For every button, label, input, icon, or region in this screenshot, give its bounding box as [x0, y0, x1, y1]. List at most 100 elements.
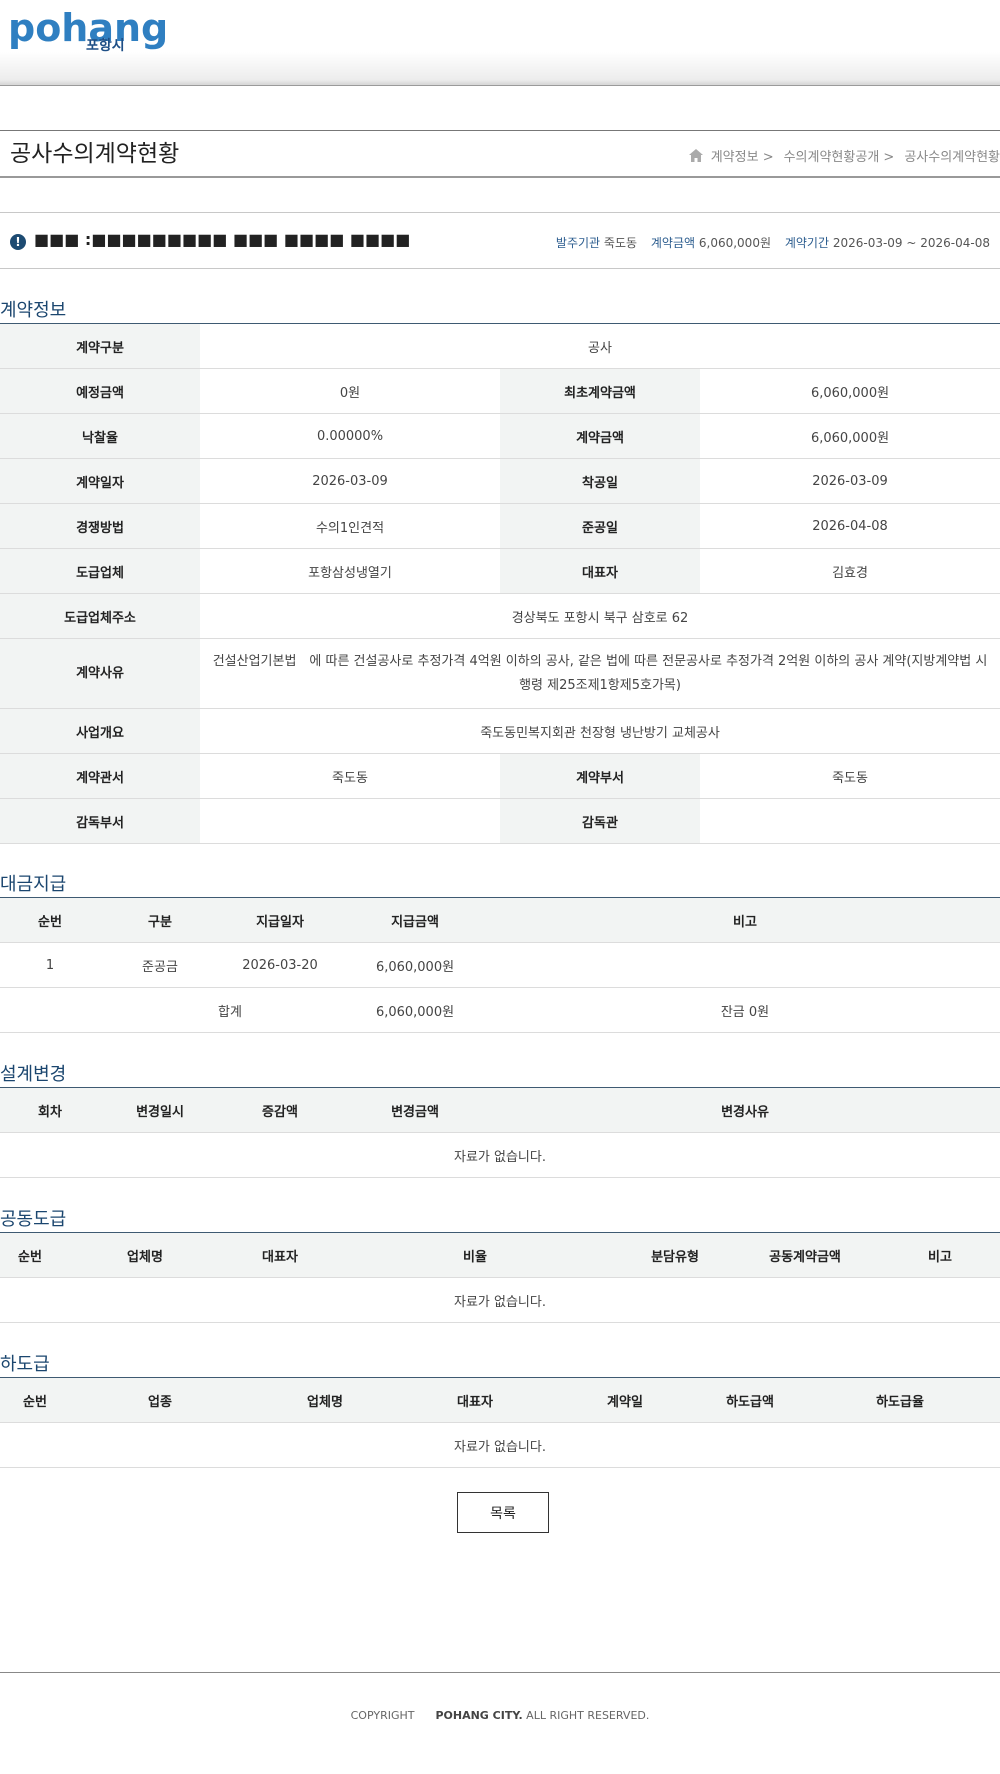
- joint-contract-table: 순번 업체명 대표자 비율 분담유형 공동계약금액 비고 자료가 없습니다.: [0, 1232, 1000, 1323]
- joint-header-company: 업체명: [60, 1232, 230, 1278]
- type-value: 공사: [200, 323, 1000, 369]
- first-amount-label: 최초계약금액: [500, 368, 700, 414]
- method-value: 수의1인견적: [200, 503, 500, 549]
- design-change-table: 회차 변경일시 증감액 변경금액 변경사유 자료가 없습니다.: [0, 1087, 1000, 1178]
- section-title-subcontract: 하도급: [0, 1354, 50, 1375]
- contract-summary-bar: ! ■■■ :■■■■■■■■■ ■■■ ■■■■ ■■■■ 발주기관 죽도동 …: [0, 212, 1000, 269]
- contract-amount-label: 계약금액: [500, 413, 700, 459]
- payment-date: 2026-03-20: [220, 942, 340, 988]
- supervise-dept-label: 감독부서: [0, 798, 200, 844]
- end-date-label: 준공일: [500, 503, 700, 549]
- company-value: 포항삼성냉열기: [200, 548, 500, 594]
- reason-value: 건설산업기본법 에 따른 건설공사로 추정가격 4억원 이하의 공사, 같은 법…: [200, 638, 1000, 709]
- empty-message: 자료가 없습니다.: [0, 1132, 1000, 1178]
- design-header-delta: 증감액: [220, 1087, 340, 1133]
- period-value: 2026-03-09 ~ 2026-04-08: [832, 236, 990, 250]
- breadcrumb-item-contract-info[interactable]: 계약정보 >: [711, 146, 774, 165]
- copyright-text: COPYRIGHT POHANG CITY. ALL RIGHT RESERVE…: [0, 1709, 1000, 1722]
- dept-value: 죽도동: [700, 753, 1000, 799]
- estimated-amount-label: 예정금액: [0, 368, 200, 414]
- joint-header-share-type: 분담유형: [620, 1232, 730, 1278]
- office-value: 죽도동: [200, 753, 500, 799]
- section-title-contract: 계약정보: [0, 300, 67, 321]
- sub-header-company: 업체명: [250, 1377, 400, 1423]
- contract-date-value: 2026-03-09: [200, 458, 500, 504]
- payment-balance: 잔금 0원: [490, 987, 1000, 1033]
- sub-header-industry: 업종: [70, 1377, 250, 1423]
- payment-header-date: 지급일자: [220, 897, 340, 943]
- dept-label: 계약부서: [500, 753, 700, 799]
- summary-value: 죽도동민복지회관 천장형 냉난방기 교체공사: [200, 708, 1000, 754]
- logo-subtext: 포항시: [86, 38, 125, 54]
- ceo-label: 대표자: [500, 548, 700, 594]
- payment-note: [490, 942, 1000, 988]
- design-header-reason: 변경사유: [490, 1087, 1000, 1133]
- empty-message: 자료가 없습니다.: [0, 1422, 1000, 1468]
- reason-label: 계약사유: [0, 638, 200, 709]
- table-row-total: 합계 6,060,000원 잔금 0원: [0, 987, 1000, 1033]
- design-header-amount: 변경금액: [340, 1087, 490, 1133]
- payment-type: 준공금: [100, 942, 220, 988]
- first-amount-value: 6,060,000원: [700, 368, 1000, 414]
- sub-header-ceo: 대표자: [400, 1377, 550, 1423]
- section-title-payment: 대금지급: [0, 874, 67, 895]
- bid-rate-value: 0.00000%: [200, 413, 500, 459]
- supervisor-value: [700, 798, 1000, 844]
- joint-header-ratio: 비율: [330, 1232, 620, 1278]
- breadcrumb-item-current[interactable]: 공사수의계약현황: [904, 146, 1000, 165]
- design-header-round: 회차: [0, 1087, 100, 1133]
- joint-header-amount: 공동계약금액: [730, 1232, 880, 1278]
- supervise-dept-value: [200, 798, 500, 844]
- sub-header-date: 계약일: [550, 1377, 700, 1423]
- office-label: 계약관서: [0, 753, 200, 799]
- design-header-date: 변경일시: [100, 1087, 220, 1133]
- table-row: 1 준공금 2026-03-20 6,060,000원: [0, 942, 1000, 988]
- pohang-logo[interactable]: pohang 포항시: [8, 6, 168, 58]
- site-header: pohang 포항시: [0, 0, 1000, 86]
- breadcrumb: 계약정보 > 수의계약현황공개 > 공사수의계약현황: [688, 146, 1000, 165]
- payment-total-amount: 6,060,000원: [340, 987, 490, 1033]
- site-footer: COPYRIGHT POHANG CITY. ALL RIGHT RESERVE…: [0, 1672, 1000, 1774]
- page-title: 공사수의계약현황: [10, 141, 180, 167]
- amount-value: 6,060,000원: [698, 236, 771, 250]
- start-date-label: 착공일: [500, 458, 700, 504]
- empty-message: 자료가 없습니다.: [0, 1277, 1000, 1323]
- end-date-value: 2026-04-08: [700, 503, 1000, 549]
- ceo-value: 김효경: [700, 548, 1000, 594]
- title-bar: 공사수의계약현황 계약정보 > 수의계약현황공개 > 공사수의계약현황: [0, 130, 1000, 178]
- section-title-design-change: 설계변경: [0, 1064, 67, 1085]
- bid-rate-label: 낙찰율: [0, 413, 200, 459]
- payment-amount: 6,060,000원: [340, 942, 490, 988]
- list-button[interactable]: 목록: [457, 1492, 549, 1533]
- method-label: 경쟁방법: [0, 503, 200, 549]
- payment-header-note: 비고: [490, 897, 1000, 943]
- period-label: 계약기간: [784, 236, 829, 250]
- amount-label: 계약금액: [650, 236, 696, 250]
- supervisor-label: 감독관: [500, 798, 700, 844]
- copyright-label: COPYRIGHT: [350, 1709, 415, 1722]
- contract-subject: ■■■ :■■■■■■■■■ ■■■ ■■■■ ■■■■: [34, 230, 411, 249]
- type-label: 계약구분: [0, 323, 200, 369]
- payment-total-label: 합계: [0, 987, 340, 1033]
- joint-header-ceo: 대표자: [230, 1232, 330, 1278]
- section-title-joint: 공동도급: [0, 1209, 67, 1230]
- copyright-rights: ALL RIGHT RESERVED.: [526, 1709, 650, 1722]
- contract-meta: 발주기관 죽도동 계약금액 6,060,000원 계약기간 2026-03-09…: [546, 234, 990, 251]
- payment-header-no: 순번: [0, 897, 100, 943]
- estimated-amount-value: 0원: [200, 368, 500, 414]
- copyright-owner: POHANG CITY.: [435, 1709, 523, 1722]
- address-label: 도급업체주소: [0, 593, 200, 639]
- orderer-value: 죽도동: [603, 236, 638, 250]
- summary-label: 사업개요: [0, 708, 200, 754]
- sub-header-rate: 하도급율: [800, 1377, 1000, 1423]
- sub-header-no: 순번: [0, 1377, 70, 1423]
- exclamation-icon: !: [10, 234, 26, 250]
- payment-header-type: 구분: [100, 897, 220, 943]
- contract-amount-value: 6,060,000원: [700, 413, 1000, 459]
- start-date-value: 2026-03-09: [700, 458, 1000, 504]
- orderer-label: 발주기관: [555, 236, 601, 250]
- subcontract-table: 순번 업종 업체명 대표자 계약일 하도급액 하도급율 자료가 없습니다.: [0, 1377, 1000, 1468]
- company-label: 도급업체: [0, 548, 200, 594]
- breadcrumb-item-private-contract[interactable]: 수의계약현황공개 >: [784, 146, 895, 165]
- home-icon[interactable]: [688, 149, 703, 162]
